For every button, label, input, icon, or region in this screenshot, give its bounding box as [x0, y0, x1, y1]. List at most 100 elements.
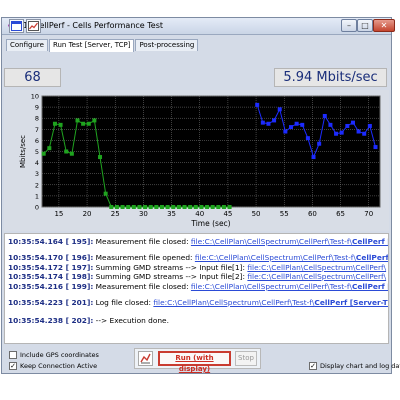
y-axis-label: Mbits/sec [19, 135, 27, 168]
data-point-series-1 [182, 205, 187, 209]
tab-run-test[interactable]: Run Test [Server, TCP] [48, 39, 135, 52]
data-point-series-1 [86, 121, 91, 126]
run-button[interactable]: Run (with display) [158, 351, 231, 373]
event-log[interactable]: 10:35:54.164 [ 195]: Measurement file cl… [4, 233, 389, 344]
tab-post-processing[interactable]: Post-processing [135, 39, 199, 51]
data-point-series-1 [159, 205, 164, 209]
data-point-series-1 [171, 205, 176, 209]
data-point-series-2 [356, 129, 361, 134]
x-tick-label: 20 [83, 210, 92, 218]
data-point-series-1 [193, 205, 198, 209]
y-tick-label: 6 [35, 137, 39, 145]
keep-connection-checkbox[interactable]: ✓ Keep Connection Active [9, 362, 97, 370]
data-point-series-2 [328, 122, 333, 127]
title-bar[interactable]: [1] CellPerf - Cells Performance Test – … [2, 18, 395, 35]
data-point-series-2 [277, 107, 282, 112]
data-point-series-2 [350, 120, 355, 125]
x-tick-label: 40 [195, 210, 204, 218]
data-point-series-1 [148, 205, 153, 209]
keep-connection-label: Keep Connection Active [20, 362, 98, 370]
log-file-name-link[interactable]: CellPerf [Server-TCP] --L [314, 298, 388, 307]
log-message: --> Execution done. [93, 316, 169, 325]
stop-button[interactable]: Stop [235, 351, 257, 366]
data-point-series-1 [81, 121, 86, 126]
y-tick-label: 10 [31, 93, 39, 101]
data-point-series-1 [64, 149, 69, 154]
data-point-series-2 [317, 141, 322, 146]
display-chart-checkbox[interactable]: ✓ Display chart and log data [309, 362, 400, 370]
chart-toggle-button[interactable] [138, 351, 153, 366]
log-file-name-link[interactable]: CellPerf [Serve [356, 253, 388, 262]
log-timestamp: 10:35:54.164 [ 195]: [8, 237, 94, 246]
data-point-series-2 [373, 145, 378, 150]
close-button[interactable]: ✕ [373, 19, 395, 32]
log-message: Summing GMD streams --> Input file[2]: [93, 272, 248, 281]
data-point-series-2 [294, 121, 299, 126]
include-gps-box[interactable] [9, 351, 17, 359]
x-tick-label: 30 [139, 210, 148, 218]
log-timestamp: 10:35:54.216 [ 199]: [8, 282, 94, 291]
data-point-series-1 [131, 205, 136, 209]
x-tick-label: 25 [111, 210, 120, 218]
log-line: 10:35:54.170 [ 196]: Measurement file op… [8, 253, 388, 262]
data-point-series-1 [69, 151, 74, 156]
log-message: Measurement file closed: [93, 237, 191, 246]
y-tick-label: 4 [35, 159, 39, 167]
log-file-link[interactable]: file:C:\CellPlan\CellSpectrum\CellPerf\T… [191, 237, 352, 246]
log-file-link[interactable]: file:C:\CellPlan\CellSpectrum\CellPerf\T… [153, 298, 314, 307]
data-point-series-2 [339, 130, 344, 135]
include-gps-checkbox[interactable]: Include GPS coordinates [9, 351, 99, 359]
data-point-series-1 [143, 205, 148, 209]
display-chart-box[interactable]: ✓ [309, 362, 317, 370]
tab-configure[interactable]: Configure [6, 39, 48, 51]
window-title: [1] CellPerf - Cells Performance Test [20, 21, 164, 30]
y-tick-label: 1 [35, 192, 39, 200]
data-point-series-2 [367, 123, 372, 128]
data-point-series-1 [154, 205, 159, 209]
log-file-link[interactable]: file:C:\CellPlan\CellSpectrum\CellPerf\ [247, 272, 386, 281]
log-timestamp: 10:35:54.172 [ 197]: [8, 263, 94, 272]
data-point-series-2 [255, 102, 260, 107]
log-line: 10:35:54.174 [ 198]: Summing GMD streams… [8, 272, 386, 281]
log-line: 10:35:54.172 [ 197]: Summing GMD streams… [8, 263, 386, 272]
data-point-series-1 [227, 205, 232, 209]
data-point-series-1 [205, 205, 210, 209]
chart-edit-icon [28, 21, 39, 31]
data-point-series-2 [272, 118, 277, 123]
data-point-series-1 [92, 118, 97, 123]
keep-connection-box[interactable]: ✓ [9, 362, 17, 370]
data-point-series-1 [176, 205, 181, 209]
log-file-link[interactable]: file:C:\CellPlan\CellSpectrum\CellPerf\T… [195, 253, 356, 262]
x-tick-label: 35 [167, 210, 176, 218]
log-timestamp: 10:35:54.170 [ 196]: [8, 253, 94, 262]
log-line: 10:35:54.238 [ 202]: --> Execution done. [8, 316, 169, 325]
log-file-link[interactable]: file:C:\CellPlan\CellSpectrum\CellPerf\ [247, 263, 386, 272]
log-file-name-link[interactable]: CellPerf [Server- [352, 237, 388, 246]
data-point-series-1 [126, 205, 131, 209]
throughput-display: 5.94 Mbits/sec [274, 68, 387, 87]
data-point-series-1 [216, 205, 221, 209]
data-point-series-1 [221, 205, 226, 209]
window-button[interactable] [9, 19, 24, 33]
data-point-series-2 [322, 113, 327, 118]
x-tick-label: 70 [364, 210, 373, 218]
window-icon [11, 21, 22, 31]
x-tick-label: 15 [54, 210, 63, 218]
data-point-series-1 [98, 155, 103, 160]
data-point-series-1 [120, 205, 125, 209]
data-point-series-1 [210, 205, 215, 209]
log-file-link[interactable]: file:C:\CellPlan\CellSpectrum\CellPerf\T… [191, 282, 352, 291]
log-file-name-link[interactable]: CellPerf [Serve [352, 282, 388, 291]
data-point-series-1 [52, 121, 57, 126]
y-tick-label: 5 [35, 148, 39, 156]
data-point-series-1 [75, 118, 80, 123]
log-message: Measurement file closed: [93, 282, 191, 291]
chart-edit-button[interactable] [26, 19, 41, 33]
chart-svg: 01234567891015 20 25 30 35 40 45 50 55 60 65 70Time… [19, 93, 381, 228]
y-tick-label: 9 [35, 104, 39, 112]
minimize-button[interactable]: – [341, 19, 357, 32]
maximize-button[interactable]: □ [357, 19, 373, 32]
throughput-chart: 0 1 2 3 4 5 6 7 8 9 10 15 20 25 30 35 40 45 50 55 60 65 70 Time… [4, 90, 389, 231]
x-tick-label: 50 [252, 210, 261, 218]
data-point-series-1 [188, 205, 193, 209]
